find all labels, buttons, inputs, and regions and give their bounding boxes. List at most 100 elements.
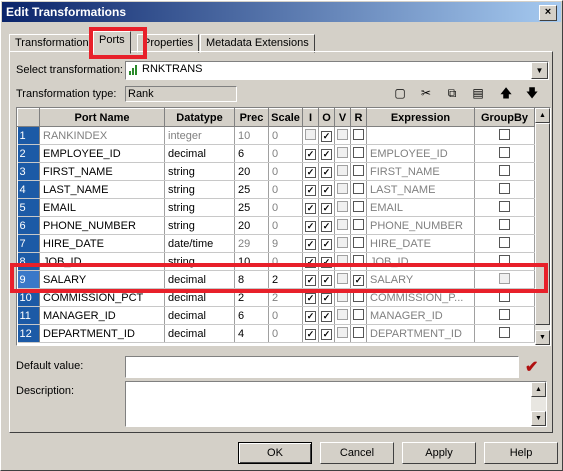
checkbox-groupby[interactable] — [499, 164, 510, 176]
prec-cell[interactable]: 6 — [234, 144, 269, 163]
scroll-up-icon[interactable]: ▲ — [535, 108, 550, 123]
table-row[interactable]: 6 PHONE_NUMBER string 20 0 ✓ ✓ PHONE_NUMBER — [17, 216, 535, 235]
scale-cell[interactable]: 2 — [268, 270, 303, 289]
datatype-cell[interactable]: string — [164, 216, 235, 235]
checkbox-o[interactable]: ✓ — [321, 328, 332, 340]
checkbox-i[interactable]: ✓ — [305, 292, 316, 304]
checkbox-o[interactable]: ✓ — [321, 184, 332, 196]
checkbox-o[interactable]: ✓ — [321, 274, 332, 286]
table-row[interactable]: 8 JOB_ID string 10 0 ✓ ✓ JOB_ID — [17, 252, 535, 271]
cancel-button[interactable]: Cancel — [320, 442, 394, 464]
datatype-cell[interactable]: string — [164, 162, 235, 181]
checkbox-groupby[interactable] — [499, 200, 510, 212]
checkbox-i[interactable]: ✓ — [305, 202, 316, 214]
checkbox-v[interactable] — [337, 308, 348, 320]
grid-vertical-scrollbar[interactable]: ▲ ▼ — [535, 108, 550, 345]
checkbox-r[interactable]: ✓ — [353, 274, 364, 286]
col-groupby[interactable]: GroupBy — [474, 108, 535, 127]
col-rank[interactable]: R — [350, 108, 367, 127]
expression-cell[interactable]: EMAIL — [366, 198, 475, 217]
help-button[interactable]: Help — [484, 442, 558, 464]
col-output[interactable]: O — [318, 108, 335, 127]
port-name-cell[interactable]: FIRST_NAME — [39, 162, 165, 181]
scale-cell[interactable]: 2 — [268, 288, 303, 307]
row-number[interactable]: 1 — [17, 126, 40, 145]
checkbox-groupby[interactable] — [499, 218, 510, 230]
default-value-input[interactable] — [125, 356, 519, 378]
scale-cell[interactable]: 0 — [268, 252, 303, 271]
scale-cell[interactable]: 0 — [268, 162, 303, 181]
scroll-down-icon[interactable]: ▼ — [535, 330, 550, 345]
checkbox-v[interactable] — [337, 236, 348, 248]
datatype-cell[interactable]: integer — [164, 126, 235, 145]
checkbox-i[interactable]: ✓ — [305, 166, 316, 178]
table-row[interactable]: 5 EMAIL string 25 0 ✓ ✓ EMAIL — [17, 198, 535, 217]
checkbox-groupby[interactable] — [499, 290, 510, 302]
col-expression[interactable]: Expression — [366, 108, 475, 127]
checkbox-v[interactable] — [337, 326, 348, 338]
prec-cell[interactable]: 20 — [234, 216, 269, 235]
checkbox-o[interactable]: ✓ — [321, 256, 332, 268]
scale-cell[interactable]: 9 — [268, 234, 303, 253]
checkbox-v[interactable] — [337, 128, 348, 140]
port-name-cell[interactable]: JOB_ID — [39, 252, 165, 271]
checkbox-i[interactable]: ✓ — [305, 274, 316, 286]
checkbox-r[interactable] — [353, 308, 364, 320]
chevron-down-icon[interactable]: ▼ — [531, 62, 548, 79]
table-row[interactable]: 12 DEPARTMENT_ID decimal 4 0 ✓ ✓ DEPARTMENT_ID — [17, 324, 535, 343]
col-scale[interactable]: Scale — [268, 108, 303, 127]
checkbox-o[interactable]: ✓ — [321, 202, 332, 214]
expression-cell[interactable]: DEPARTMENT_ID — [366, 324, 475, 343]
checkbox-i[interactable]: ✓ — [305, 184, 316, 196]
table-row[interactable]: 7 HIRE_DATE date/time 29 9 ✓ ✓ HIRE_DATE — [17, 234, 535, 253]
select-transformation-dropdown[interactable]: RNKTRANS ▼ — [125, 61, 549, 80]
apply-button[interactable]: Apply — [402, 442, 476, 464]
datatype-cell[interactable]: decimal — [164, 324, 235, 343]
checkbox-r[interactable] — [353, 290, 364, 302]
col-input[interactable]: I — [302, 108, 319, 127]
description-textarea[interactable]: ▲ ▼ — [125, 381, 547, 427]
datatype-cell[interactable]: string — [164, 180, 235, 199]
checkbox-r[interactable] — [353, 254, 364, 266]
checkbox-i[interactable]: ✓ — [305, 310, 316, 322]
checkbox-o[interactable]: ✓ — [321, 310, 332, 322]
checkbox-groupby[interactable] — [499, 308, 510, 320]
port-name-cell[interactable]: HIRE_DATE — [39, 234, 165, 253]
checkbox-i[interactable]: ✓ — [305, 148, 316, 160]
col-variable[interactable]: V — [334, 108, 351, 127]
description-scrollbar[interactable]: ▲ ▼ — [531, 382, 546, 426]
copy-icon[interactable]: ⧉ — [443, 85, 461, 101]
checkbox-i[interactable]: ✓ — [305, 238, 316, 250]
paste-icon[interactable]: ▤ — [469, 85, 487, 101]
checkbox-groupby[interactable] — [499, 128, 510, 140]
expression-cell[interactable]: FIRST_NAME — [366, 162, 475, 181]
checkbox-o[interactable]: ✓ — [321, 220, 332, 232]
checkbox-v[interactable] — [337, 290, 348, 302]
prec-cell[interactable]: 6 — [234, 306, 269, 325]
prec-cell[interactable]: 2 — [234, 288, 269, 307]
expression-cell[interactable]: SALARY — [366, 270, 475, 289]
scale-cell[interactable]: 0 — [268, 324, 303, 343]
description-scroll-up-icon[interactable]: ▲ — [531, 382, 546, 397]
port-name-cell[interactable]: RANKINDEX — [39, 126, 165, 145]
port-name-cell[interactable]: COMMISSION_PCT — [39, 288, 165, 307]
checkbox-o[interactable]: ✓ — [321, 130, 332, 142]
scale-cell[interactable]: 0 — [268, 216, 303, 235]
row-number[interactable]: 10 — [17, 288, 40, 307]
expression-cell[interactable]: PHONE_NUMBER — [366, 216, 475, 235]
expression-cell[interactable] — [366, 126, 475, 145]
expression-cell[interactable]: LAST_NAME — [366, 180, 475, 199]
checkbox-v[interactable] — [337, 218, 348, 230]
close-button[interactable]: × — [539, 5, 557, 21]
validate-icon[interactable]: ✔ — [525, 357, 538, 377]
expression-cell[interactable]: MANAGER_ID — [366, 306, 475, 325]
row-number[interactable]: 7 — [17, 234, 40, 253]
checkbox-o[interactable]: ✓ — [321, 292, 332, 304]
table-row[interactable]: 1 RANKINDEX integer 10 0 ✓ — [17, 126, 535, 145]
move-up-icon[interactable]: 🡅 — [497, 85, 515, 101]
checkbox-r[interactable] — [353, 200, 364, 212]
description-scroll-down-icon[interactable]: ▼ — [531, 411, 546, 426]
move-down-icon[interactable]: 🡇 — [523, 85, 541, 101]
checkbox-groupby[interactable] — [499, 326, 510, 338]
checkbox-i[interactable]: ✓ — [305, 220, 316, 232]
